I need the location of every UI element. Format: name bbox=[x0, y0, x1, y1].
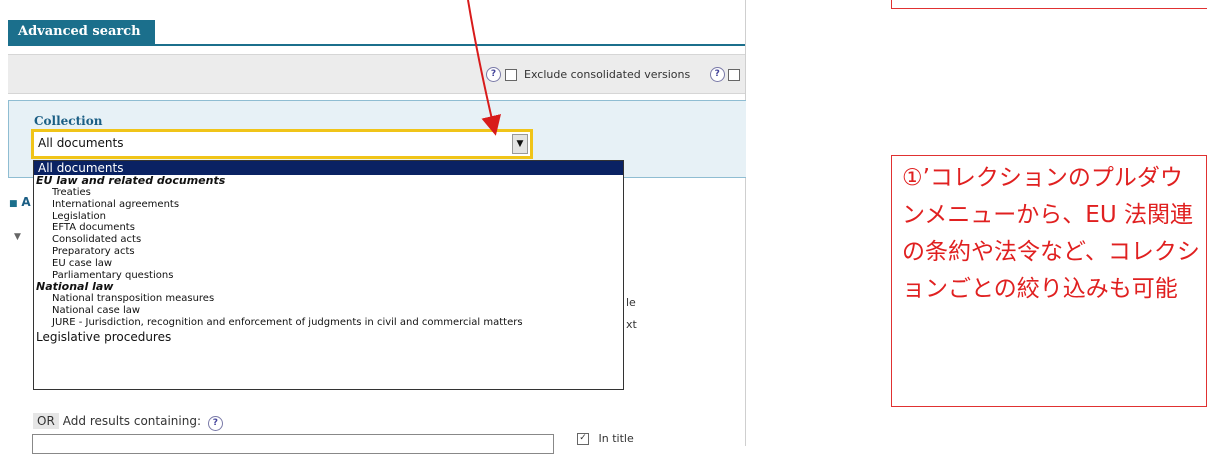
annotation-box-top bbox=[891, 0, 1207, 9]
annotation-note-text: ①’コレクションのプルダウンメニューから、EU 法関連の条約や法令など、コレクシ… bbox=[902, 165, 1200, 302]
annotation-note: ①’コレクションのプルダウンメニューから、EU 法関連の条約や法令など、コレクシ… bbox=[891, 155, 1207, 407]
